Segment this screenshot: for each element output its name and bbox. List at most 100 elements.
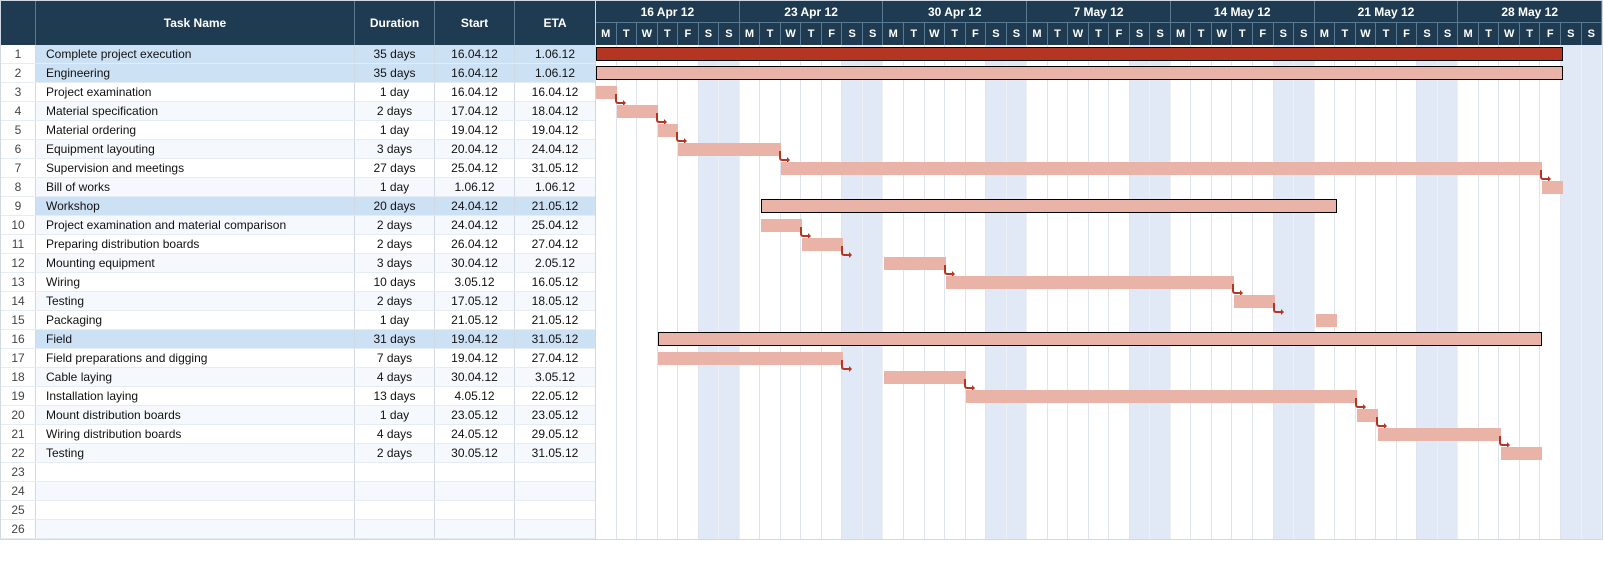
task-bar[interactable] (596, 86, 617, 99)
cell-start[interactable]: 4.05.12 (435, 387, 515, 405)
table-row[interactable]: 1Complete project execution35 days16.04.… (1, 45, 595, 64)
cell-task-name[interactable]: Material specification (36, 102, 355, 120)
cell-duration[interactable]: 1 day (355, 311, 435, 329)
cell-start[interactable] (435, 520, 515, 538)
table-row[interactable]: 14Testing2 days17.05.1218.05.12 (1, 292, 595, 311)
cell-duration[interactable] (355, 501, 435, 519)
table-row[interactable]: 19Installation laying13 days4.05.1222.05… (1, 387, 595, 406)
cell-eta[interactable]: 27.04.12 (515, 349, 595, 367)
task-bar[interactable] (966, 390, 1357, 403)
cell-start[interactable] (435, 501, 515, 519)
cell-task-name[interactable]: Complete project execution (36, 45, 355, 63)
table-row[interactable]: 23 (1, 463, 595, 482)
cell-eta[interactable] (515, 482, 595, 500)
cell-start[interactable]: 24.04.12 (435, 197, 515, 215)
cell-duration[interactable] (355, 482, 435, 500)
cell-eta[interactable]: 1.06.12 (515, 178, 595, 196)
cell-start[interactable]: 3.05.12 (435, 273, 515, 291)
cell-start[interactable]: 24.05.12 (435, 425, 515, 443)
cell-duration[interactable]: 4 days (355, 425, 435, 443)
cell-duration[interactable]: 2 days (355, 216, 435, 234)
header-task-name[interactable]: Task Name (36, 1, 355, 45)
table-row[interactable]: 9Workshop20 days24.04.1221.05.12 (1, 197, 595, 216)
cell-eta[interactable]: 1.06.12 (515, 64, 595, 82)
table-row[interactable]: 2Engineering35 days16.04.121.06.12 (1, 64, 595, 83)
table-row[interactable]: 5Material ordering1 day19.04.1219.04.12 (1, 121, 595, 140)
cell-task-name[interactable]: Packaging (36, 311, 355, 329)
cell-task-name[interactable]: Field (36, 330, 355, 348)
cell-duration[interactable]: 1 day (355, 121, 435, 139)
cell-eta[interactable]: 2.05.12 (515, 254, 595, 272)
cell-eta[interactable]: 16.05.12 (515, 273, 595, 291)
cell-duration[interactable]: 1 day (355, 178, 435, 196)
cell-eta[interactable]: 25.04.12 (515, 216, 595, 234)
cell-eta[interactable]: 23.05.12 (515, 406, 595, 424)
table-row[interactable]: 24 (1, 482, 595, 501)
cell-duration[interactable]: 20 days (355, 197, 435, 215)
cell-eta[interactable]: 24.04.12 (515, 140, 595, 158)
table-row[interactable]: 16Field31 days19.04.1231.05.12 (1, 330, 595, 349)
header-eta[interactable]: ETA (515, 1, 595, 45)
cell-task-name[interactable]: Field preparations and digging (36, 349, 355, 367)
cell-duration[interactable]: 4 days (355, 368, 435, 386)
cell-duration[interactable]: 7 days (355, 349, 435, 367)
cell-start[interactable]: 19.04.12 (435, 330, 515, 348)
task-bar[interactable] (946, 276, 1234, 289)
cell-task-name[interactable] (36, 501, 355, 519)
cell-eta[interactable]: 3.05.12 (515, 368, 595, 386)
cell-task-name[interactable]: Equipment layouting (36, 140, 355, 158)
cell-start[interactable]: 30.04.12 (435, 368, 515, 386)
cell-start[interactable] (435, 463, 515, 481)
cell-task-name[interactable]: Mount distribution boards (36, 406, 355, 424)
cell-duration[interactable]: 1 day (355, 83, 435, 101)
cell-eta[interactable]: 31.05.12 (515, 330, 595, 348)
task-bar[interactable] (1234, 295, 1275, 308)
cell-start[interactable]: 17.05.12 (435, 292, 515, 310)
header-duration[interactable]: Duration (355, 1, 435, 45)
cell-eta[interactable]: 27.04.12 (515, 235, 595, 253)
cell-start[interactable]: 16.04.12 (435, 83, 515, 101)
table-row[interactable]: 18Cable laying4 days30.04.123.05.12 (1, 368, 595, 387)
table-row[interactable]: 26 (1, 520, 595, 539)
cell-eta[interactable]: 16.04.12 (515, 83, 595, 101)
header-start[interactable]: Start (435, 1, 515, 45)
table-row[interactable]: 15Packaging1 day21.05.1221.05.12 (1, 311, 595, 330)
cell-eta[interactable] (515, 501, 595, 519)
cell-eta[interactable]: 31.05.12 (515, 159, 595, 177)
task-bar[interactable] (1378, 428, 1501, 441)
cell-eta[interactable] (515, 520, 595, 538)
table-row[interactable]: 21Wiring distribution boards4 days24.05.… (1, 425, 595, 444)
task-bar[interactable] (1316, 314, 1337, 327)
cell-task-name[interactable]: Material ordering (36, 121, 355, 139)
cell-task-name[interactable]: Cable laying (36, 368, 355, 386)
cell-start[interactable]: 30.04.12 (435, 254, 515, 272)
cell-start[interactable]: 30.05.12 (435, 444, 515, 462)
group-bar[interactable] (596, 66, 1563, 80)
task-bar[interactable] (802, 238, 843, 251)
cell-start[interactable]: 17.04.12 (435, 102, 515, 120)
task-bar[interactable] (658, 352, 843, 365)
cell-eta[interactable]: 19.04.12 (515, 121, 595, 139)
cell-task-name[interactable]: Preparing distribution boards (36, 235, 355, 253)
cell-duration[interactable]: 10 days (355, 273, 435, 291)
task-bar[interactable] (658, 124, 679, 137)
cell-duration[interactable]: 3 days (355, 254, 435, 272)
table-row[interactable]: 11Preparing distribution boards2 days26.… (1, 235, 595, 254)
table-row[interactable]: 12Mounting equipment3 days30.04.122.05.1… (1, 254, 595, 273)
cell-start[interactable]: 20.04.12 (435, 140, 515, 158)
cell-task-name[interactable]: Bill of works (36, 178, 355, 196)
cell-task-name[interactable]: Engineering (36, 64, 355, 82)
cell-start[interactable]: 26.04.12 (435, 235, 515, 253)
cell-eta[interactable]: 31.05.12 (515, 444, 595, 462)
summary-bar[interactable] (596, 47, 1563, 61)
table-row[interactable]: 10Project examination and material compa… (1, 216, 595, 235)
table-row[interactable]: 3Project examination1 day16.04.1216.04.1… (1, 83, 595, 102)
cell-duration[interactable]: 3 days (355, 140, 435, 158)
cell-duration[interactable]: 27 days (355, 159, 435, 177)
table-row[interactable]: 17Field preparations and digging7 days19… (1, 349, 595, 368)
cell-task-name[interactable]: Wiring (36, 273, 355, 291)
cell-eta[interactable]: 18.04.12 (515, 102, 595, 120)
task-bar[interactable] (781, 162, 1542, 175)
task-bar[interactable] (761, 219, 802, 232)
cell-task-name[interactable]: Testing (36, 444, 355, 462)
